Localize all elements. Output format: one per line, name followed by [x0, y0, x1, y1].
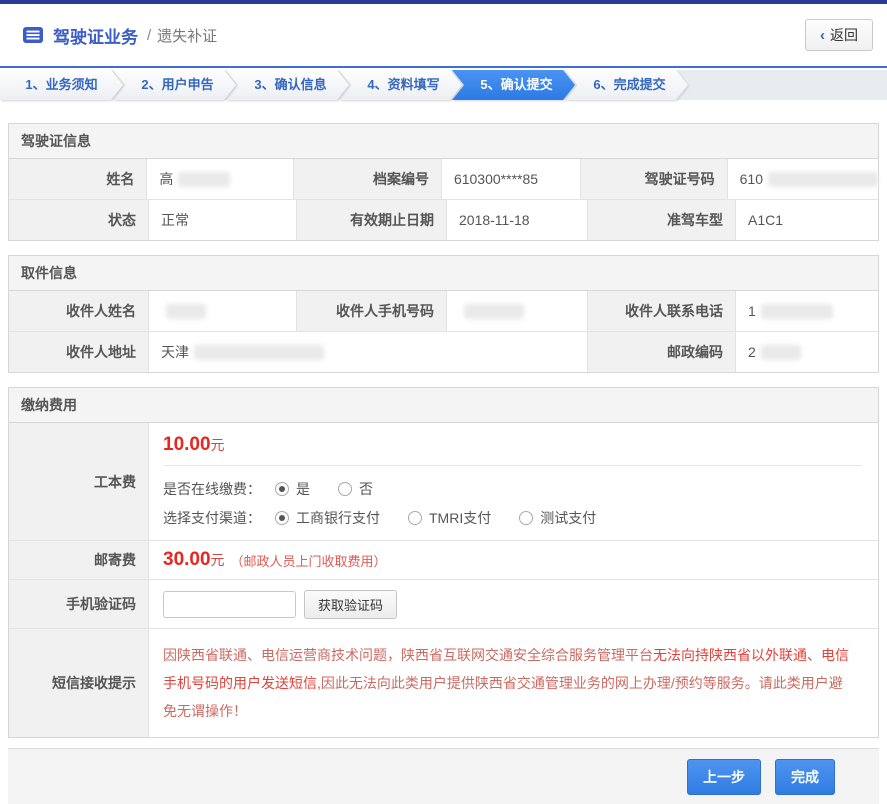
- fees-section: 缴纳费用 工本费 10.00元 是否在线缴费： 是 否 选择支付渠道：: [8, 387, 879, 738]
- tab-step-1[interactable]: 1、业务须知: [0, 70, 123, 100]
- vehicle-class-label: 准驾车型: [588, 200, 736, 240]
- license-info-section: 驾驶证信息 姓名 高 档案编号 610300****85 驾驶证号码 610 状…: [8, 123, 879, 241]
- name-label: 姓名: [9, 159, 147, 199]
- pay-channel-question: 选择支付渠道：: [163, 508, 275, 528]
- footer-action-bar: 上一步 完成: [8, 748, 879, 804]
- fees-section-title: 缴纳费用: [9, 388, 878, 423]
- file-no-label: 档案编号: [294, 159, 442, 199]
- zip-code-value: 2: [736, 332, 878, 372]
- redacted-blur: [761, 304, 833, 319]
- table-row: 收件人姓名 收件人手机号码 收件人联系电话 1: [9, 291, 878, 331]
- redacted-blur: [178, 172, 230, 187]
- zip-code-label: 邮政编码: [588, 332, 736, 372]
- back-button-label: 返回: [830, 25, 858, 45]
- captcha-input[interactable]: [163, 591, 296, 618]
- table-row: 状态 正常 有效期止日期 2018-11-18 准驾车型 A1C1: [9, 199, 878, 240]
- recipient-phone-value: 1: [736, 291, 878, 331]
- page-header: 驾驶证业务 / 遗失补证 ‹ 返回: [0, 4, 887, 68]
- expiry-value: 2018-11-18: [447, 200, 588, 240]
- radio-icon[interactable]: [275, 482, 289, 496]
- recipient-name-value: [149, 291, 297, 331]
- option-label: 否: [359, 479, 373, 499]
- redacted-blur: [166, 304, 206, 319]
- finish-button[interactable]: 完成: [775, 759, 835, 795]
- tab-step-5[interactable]: 5、确认提交: [452, 70, 575, 100]
- base-fee-row: 工本费 10.00元 是否在线缴费： 是 否 选择支付渠道：: [9, 423, 878, 540]
- back-button[interactable]: ‹ 返回: [805, 19, 873, 51]
- sms-notice-label: 短信接收提示: [9, 629, 149, 737]
- online-pay-option-yes[interactable]: 是: [275, 479, 310, 499]
- table-row: 收件人地址 天津 邮政编码 2: [9, 331, 878, 372]
- radio-icon[interactable]: [408, 511, 422, 525]
- recipient-mobile-label: 收件人手机号码: [297, 291, 447, 331]
- pickup-info-section: 取件信息 收件人姓名 收件人手机号码 收件人联系电话 1 收件人地址 天津 邮政…: [8, 255, 879, 373]
- postage-fee-note: （邮政人员上门收取费用）: [231, 551, 387, 570]
- radio-icon[interactable]: [338, 482, 352, 496]
- radio-icon[interactable]: [519, 511, 533, 525]
- postage-fee-label: 邮寄费: [9, 541, 149, 579]
- license-no-value: 610: [728, 159, 878, 199]
- recipient-name-label: 收件人姓名: [9, 291, 149, 331]
- option-label: TMRI支付: [429, 508, 491, 528]
- pay-channel-option-test[interactable]: 测试支付: [519, 508, 596, 528]
- table-row: 姓名 高 档案编号 610300****85 驾驶证号码 610: [9, 159, 878, 199]
- postage-fee-amount: 30.00: [163, 549, 211, 571]
- postage-fee-unit: 元: [211, 550, 225, 570]
- tab-step-2[interactable]: 2、用户申告: [113, 70, 236, 100]
- sms-notice-text: 因陕西省联通、电信运营商技术问题，陕西省互联网交通安全综合服务管理平台无法向持陕…: [149, 629, 878, 737]
- pay-channel-option-icbc[interactable]: 工商银行支付: [275, 508, 380, 528]
- radio-icon[interactable]: [275, 511, 289, 525]
- redacted-blur: [464, 304, 524, 319]
- recipient-phone-label: 收件人联系电话: [588, 291, 736, 331]
- option-label: 工商银行支付: [296, 508, 380, 528]
- recipient-mobile-value: [447, 291, 588, 331]
- breadcrumb-separator: /: [147, 27, 151, 44]
- previous-step-button[interactable]: 上一步: [687, 759, 761, 795]
- online-pay-option-no[interactable]: 否: [338, 479, 373, 499]
- option-label: 测试支付: [540, 508, 596, 528]
- license-no-label: 驾驶证号码: [581, 159, 727, 199]
- license-section-title: 驾驶证信息: [9, 124, 878, 159]
- base-fee-amount-line: 10.00元: [163, 434, 862, 456]
- vehicle-class-value: A1C1: [736, 200, 878, 240]
- breadcrumb-current: 遗失补证: [157, 25, 217, 46]
- redacted-blur: [768, 172, 878, 187]
- redacted-blur: [194, 345, 324, 360]
- base-fee-label: 工本费: [9, 423, 149, 540]
- base-fee-unit: 元: [211, 437, 225, 453]
- sms-notice-row: 短信接收提示 因陕西省联通、电信运营商技术问题，陕西省互联网交通安全综合服务管理…: [9, 628, 878, 737]
- chevron-left-icon: ‹: [820, 27, 825, 44]
- online-pay-question: 是否在线缴费：: [163, 479, 275, 499]
- online-pay-question-row: 是否在线缴费： 是 否: [163, 477, 862, 501]
- tab-step-4[interactable]: 4、资料填写: [339, 70, 462, 100]
- recipient-address-value: 天津: [149, 332, 588, 372]
- page-title: 驾驶证业务: [53, 23, 138, 48]
- pay-channel-question-row: 选择支付渠道： 工商银行支付 TMRI支付 测试支付: [163, 506, 862, 530]
- expiry-label: 有效期止日期: [297, 200, 447, 240]
- option-label: 是: [296, 479, 310, 499]
- pickup-section-title: 取件信息: [9, 256, 878, 291]
- file-no-value: 610300****85: [442, 159, 581, 199]
- base-fee-amount: 10.00: [163, 434, 211, 455]
- tab-step-6[interactable]: 6、完成提交: [565, 70, 688, 100]
- recipient-address-label: 收件人地址: [9, 332, 149, 372]
- step-tabs: 1、业务须知 2、用户申告 3、确认信息 4、资料填写 5、确认提交 6、完成提…: [0, 70, 887, 100]
- divider: [163, 465, 862, 466]
- list-icon: [22, 26, 44, 44]
- pay-channel-option-tmri[interactable]: TMRI支付: [408, 508, 491, 528]
- captcha-label: 手机验证码: [9, 580, 149, 628]
- tab-step-3[interactable]: 3、确认信息: [226, 70, 349, 100]
- redacted-blur: [761, 345, 801, 360]
- get-captcha-button[interactable]: 获取验证码: [304, 590, 397, 619]
- status-value: 正常: [149, 200, 297, 240]
- name-value: 高: [147, 159, 293, 199]
- postage-fee-row: 邮寄费 30.00元 （邮政人员上门收取费用）: [9, 540, 878, 579]
- sms-notice-part1: 因陕西省联通、电信运营商技术问题，陕西省互联网交通安全综合服务管理平台: [163, 647, 653, 663]
- captcha-row: 手机验证码 获取验证码: [9, 579, 878, 628]
- status-label: 状态: [9, 200, 149, 240]
